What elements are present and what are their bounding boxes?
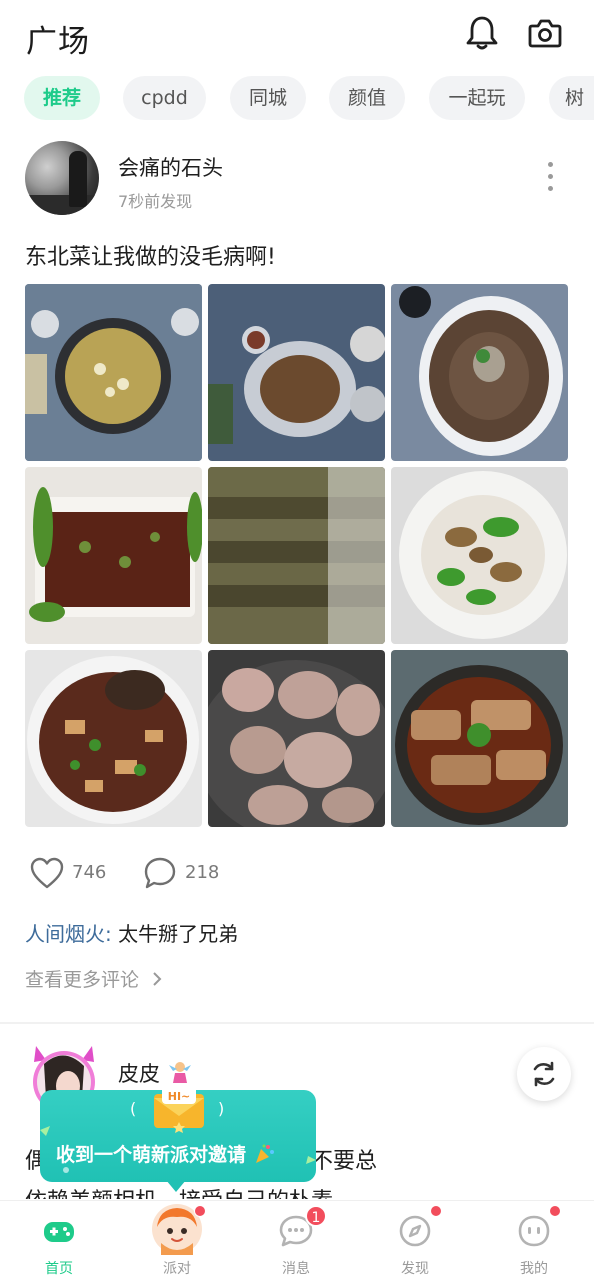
food-photo[interactable] <box>208 467 385 644</box>
bottom-nav: 首页 派对 1 消息 发现 我的 <box>0 1200 594 1280</box>
profile-icon <box>518 1215 550 1247</box>
notification-dot <box>549 1205 561 1217</box>
tab-play-together[interactable]: 一起玩 <box>429 76 525 120</box>
header: 广场 <box>0 0 594 70</box>
top-comment: 人间烟火: 太牛掰了兄弟 <box>25 918 238 947</box>
food-photo[interactable] <box>25 467 202 644</box>
commenter-name[interactable]: 人间烟火 <box>25 922 105 946</box>
envelope-icon: HI~ <box>148 1082 210 1134</box>
gamepad-icon <box>44 1222 74 1242</box>
like-count: 746 <box>72 862 107 883</box>
post-time: 7秒前发现 <box>118 192 193 211</box>
envelope-badge-text: HI~ <box>168 1090 191 1103</box>
toast-arrow <box>166 1180 186 1192</box>
page-title: 广场 <box>26 24 90 60</box>
nav-label: 消息 <box>282 1261 310 1277</box>
refresh-button[interactable] <box>517 1047 571 1101</box>
tab-cpdd[interactable]: cpdd <box>123 76 206 120</box>
nav-profile[interactable]: 我的 <box>475 1201 593 1280</box>
nav-label: 发现 <box>401 1261 429 1277</box>
food-photo[interactable] <box>391 467 568 644</box>
tab-tree[interactable]: 树 <box>549 76 594 120</box>
view-more-label: 查看更多评论 <box>25 969 140 991</box>
divider <box>0 1022 594 1024</box>
heart-icon[interactable] <box>29 856 65 890</box>
tab-looks[interactable]: 颜值 <box>329 76 405 120</box>
nav-home[interactable]: 首页 <box>0 1201 118 1280</box>
food-photo[interactable] <box>208 284 385 461</box>
chevron-right-icon <box>153 972 162 986</box>
party-popper-icon <box>255 1144 274 1163</box>
food-photo[interactable] <box>208 650 385 827</box>
toast-bracket: ( <box>130 1099 137 1118</box>
post-author[interactable]: 会痛的石头 <box>118 152 223 182</box>
invite-toast-label: 收到一个萌新派对邀请 <box>56 1144 247 1166</box>
food-photo[interactable] <box>391 284 568 461</box>
tab-recommend[interactable]: 推荐 <box>24 76 100 120</box>
post-text: 东北菜让我做的没毛病啊! <box>25 245 276 270</box>
tab-same-city[interactable]: 同城 <box>230 76 306 120</box>
nav-label: 首页 <box>45 1261 73 1277</box>
more-options-icon[interactable] <box>540 162 560 198</box>
refresh-icon <box>533 1061 555 1087</box>
unread-badge: 1 <box>305 1205 327 1227</box>
view-more-comments[interactable]: 查看更多评论 <box>25 965 163 992</box>
nav-messages[interactable]: 1 消息 <box>237 1201 355 1280</box>
nav-label: 派对 <box>163 1261 191 1277</box>
comment-text: 太牛掰了兄弟 <box>111 922 239 946</box>
nav-discover[interactable]: 发现 <box>356 1201 474 1280</box>
food-photo[interactable] <box>391 650 568 827</box>
bell-icon[interactable] <box>464 14 500 52</box>
nav-label: 我的 <box>520 1261 548 1277</box>
comment-count: 218 <box>185 862 220 883</box>
category-tabs: 推荐 cpdd 同城 颜值 一起玩 树 <box>0 76 594 122</box>
notification-dot <box>430 1205 442 1217</box>
food-photo[interactable] <box>25 650 202 827</box>
nav-party[interactable]: 派对 <box>118 1201 236 1280</box>
camera-icon[interactable] <box>527 14 563 52</box>
comment-separator: : <box>105 922 112 946</box>
food-photo[interactable] <box>25 284 202 461</box>
comment-icon[interactable] <box>143 856 177 890</box>
photo-grid <box>25 284 568 827</box>
invite-toast-text: 收到一个萌新派对邀请 <box>56 1140 275 1167</box>
compass-icon <box>399 1215 431 1247</box>
notification-dot <box>194 1205 206 1217</box>
avatar[interactable] <box>25 141 99 215</box>
toast-bracket: ) <box>218 1099 225 1118</box>
